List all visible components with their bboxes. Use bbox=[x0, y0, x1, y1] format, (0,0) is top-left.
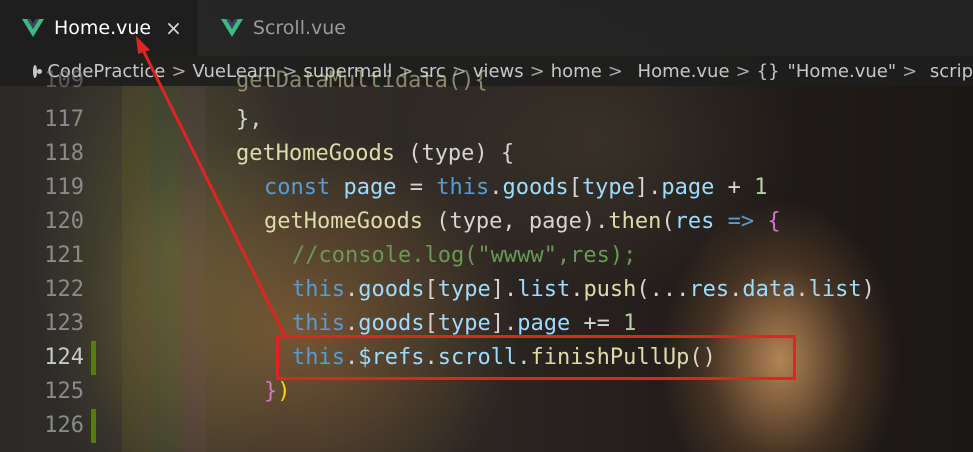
line-number: 123 bbox=[44, 311, 84, 336]
line-number: 118 bbox=[44, 141, 84, 166]
code-editor[interactable]: 109 getDataMultidata(){ 117 }, 118 getHo… bbox=[0, 68, 973, 452]
tab-label: Scroll.vue bbox=[252, 17, 346, 39]
line-number: 124 bbox=[44, 345, 84, 370]
code-text: getDataMultidata(){ bbox=[236, 68, 488, 93]
code-text: }, bbox=[236, 107, 263, 132]
annotation-highlight-box bbox=[276, 335, 796, 380]
line-number: 125 bbox=[44, 379, 84, 404]
line-number: 126 bbox=[44, 413, 84, 438]
code-text: getHomeGoods (type) { bbox=[236, 141, 515, 166]
line-number: 121 bbox=[44, 243, 84, 268]
line-number: 120 bbox=[44, 209, 84, 234]
close-icon[interactable]: × bbox=[165, 16, 182, 40]
code-line: 125 }) bbox=[0, 375, 973, 409]
code-text: this.goods[type].list.push(...res.data.l… bbox=[292, 277, 875, 302]
code-line: 126 bbox=[0, 409, 973, 443]
code-line: 118 getHomeGoods (type) { bbox=[0, 137, 973, 171]
line-number: 117 bbox=[44, 107, 84, 132]
line-number: 109 bbox=[44, 68, 84, 93]
code-text: getHomeGoods (type, page).then(res => { bbox=[264, 209, 781, 234]
vue-icon bbox=[220, 19, 243, 37]
code-line: 117 }, bbox=[0, 103, 973, 137]
code-line: 122 this.goods[type].list.push(...res.da… bbox=[0, 273, 973, 307]
tab-scroll-vue[interactable]: Scroll.vue bbox=[199, 0, 362, 56]
code-text: }) bbox=[264, 379, 291, 404]
line-number: 122 bbox=[44, 277, 84, 302]
code-text: //console.log("wwww",res); bbox=[292, 243, 637, 268]
line-number: 119 bbox=[44, 175, 84, 200]
tab-home-vue[interactable]: Home.vue × bbox=[0, 0, 199, 56]
code-line: 121 //console.log("wwww",res); bbox=[0, 239, 973, 273]
tab-label: Home.vue bbox=[54, 17, 152, 39]
code-line: 120 getHomeGoods (type, page).then(res =… bbox=[0, 205, 973, 239]
code-text: const page = this.goods[type].page + 1 bbox=[264, 175, 768, 200]
editor-tab-bar: Home.vue × Scroll.vue bbox=[0, 0, 973, 56]
code-line: 119 const page = this.goods[type].page +… bbox=[0, 171, 973, 205]
vue-icon bbox=[22, 19, 44, 37]
code-line: 109 getDataMultidata(){ bbox=[0, 64, 973, 98]
